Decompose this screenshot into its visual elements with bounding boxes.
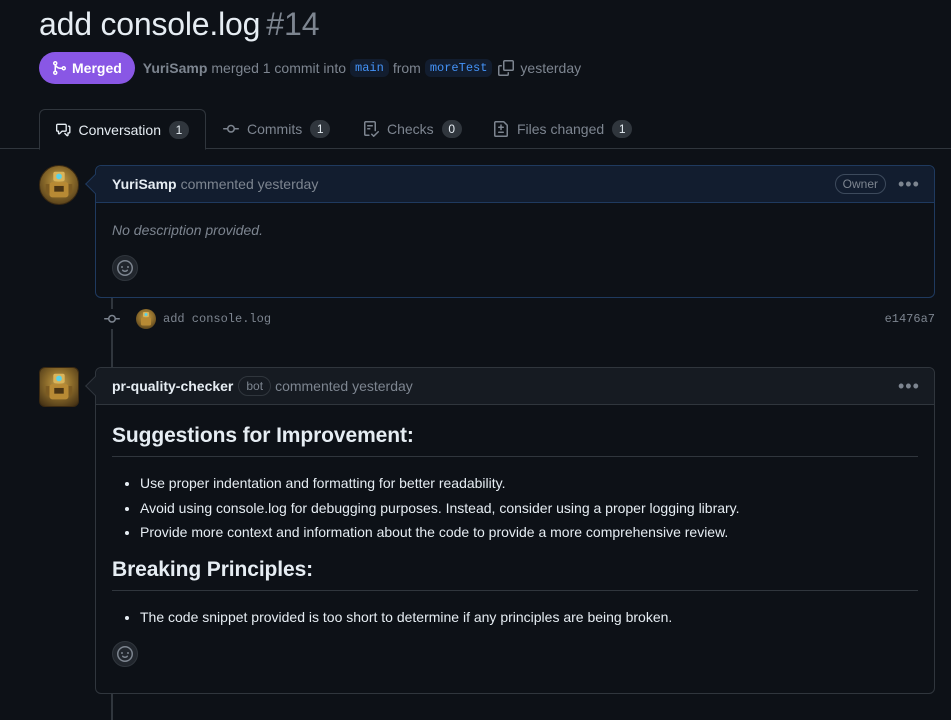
comment-discussion-icon <box>56 123 71 136</box>
smiley-icon <box>117 260 133 276</box>
comment-header: YuriSamp commented yesterday Owner ••• <box>96 166 934 203</box>
kebab-horizontal-icon[interactable]: ••• <box>898 175 919 193</box>
tab-conversation[interactable]: Conversation 1 <box>39 109 206 150</box>
avatar[interactable] <box>39 367 79 407</box>
comment-timestamp[interactable]: commented yesterday <box>181 176 319 192</box>
git-commit-icon <box>223 124 239 133</box>
comment-timestamp[interactable]: commented yesterday <box>275 378 413 394</box>
merge-time: yesterday <box>520 60 582 76</box>
kebab-horizontal-icon[interactable]: ••• <box>898 377 919 395</box>
merged-state-badge: Merged <box>39 52 135 84</box>
markdown-heading: Breaking Principles: <box>112 558 918 591</box>
comment-text: No description provided. <box>112 222 263 238</box>
list-item: Provide more context and information abo… <box>140 522 918 542</box>
tab-commits-label: Commits <box>247 121 303 137</box>
tab-checks-label: Checks <box>387 121 434 137</box>
tab-conversation-count: 1 <box>169 120 189 139</box>
tab-conversation-label: Conversation <box>78 121 162 138</box>
from-text: from <box>392 60 421 76</box>
avatar[interactable] <box>39 165 79 205</box>
pr-title-row: add console.log #14 <box>39 6 320 46</box>
merged-state-label: Merged <box>72 60 122 76</box>
merge-summary-text: merged 1 commit into <box>211 60 346 76</box>
markdown-heading: Suggestions for Improvement: <box>112 424 918 457</box>
list-item: Use proper indentation and formatting fo… <box>140 473 918 493</box>
robot-avatar-icon <box>45 171 73 198</box>
comment-body: No description provided. <box>96 203 934 297</box>
base-branch[interactable]: main <box>350 59 389 77</box>
commit-sha-link[interactable]: e1476a7 <box>885 312 935 326</box>
comment-card: YuriSamp commented yesterday Owner ••• N… <box>85 165 935 298</box>
tab-files-changed-count: 1 <box>612 120 633 138</box>
list-item: Avoid using console.log for debugging pu… <box>140 498 918 518</box>
comment-header: pr-quality-checker bot commented yesterd… <box>96 368 934 405</box>
tab-commits-count: 1 <box>310 120 331 138</box>
robot-avatar-icon <box>45 373 73 400</box>
comment-author-link[interactable]: pr-quality-checker <box>112 378 233 394</box>
tab-commits[interactable]: Commits 1 <box>207 109 346 149</box>
comment-card: pr-quality-checker bot commented yesterd… <box>85 367 935 694</box>
pr-meta: Merged YuriSamp merged 1 commit into mai… <box>39 52 581 84</box>
tab-files-changed-label: Files changed <box>517 121 605 137</box>
owner-label: Owner <box>834 174 886 194</box>
pr-tabs: Conversation 1 Commits 1 Checks 0 Files … <box>0 109 951 150</box>
timeline-line <box>111 694 113 720</box>
suggestion-list: Use proper indentation and formatting fo… <box>112 473 918 542</box>
commit-message-link[interactable]: add console.log <box>163 312 271 326</box>
head-branch[interactable]: moreTest <box>424 59 493 77</box>
tab-files-changed[interactable]: Files changed 1 <box>477 109 648 149</box>
pr-number: #14 <box>266 6 320 42</box>
list-item: The code snippet provided is too short t… <box>140 607 918 627</box>
smiley-icon <box>117 646 133 662</box>
merge-author-link[interactable]: YuriSamp <box>143 60 208 76</box>
copy-icon[interactable] <box>498 60 515 76</box>
git-merge-icon <box>53 61 67 75</box>
comment-body: Suggestions for Improvement: Use proper … <box>96 405 934 683</box>
git-commit-icon <box>102 309 122 329</box>
add-reaction-button[interactable] <box>112 255 138 281</box>
commit-row: add console.log e1476a7 <box>102 306 935 332</box>
merge-summary: YuriSamp merged 1 commit into main from … <box>143 59 581 77</box>
tab-checks-count: 0 <box>441 120 462 138</box>
add-reaction-button[interactable] <box>112 641 138 667</box>
bot-label: bot <box>238 376 272 396</box>
principles-list: The code snippet provided is too short t… <box>112 607 918 627</box>
comment-author-link[interactable]: YuriSamp <box>112 176 177 192</box>
pr-title: add console.log <box>39 6 261 42</box>
commit-avatar[interactable] <box>136 309 156 329</box>
tab-checks[interactable]: Checks 0 <box>347 109 478 149</box>
checklist-icon <box>364 121 379 137</box>
file-diff-icon <box>494 121 508 137</box>
